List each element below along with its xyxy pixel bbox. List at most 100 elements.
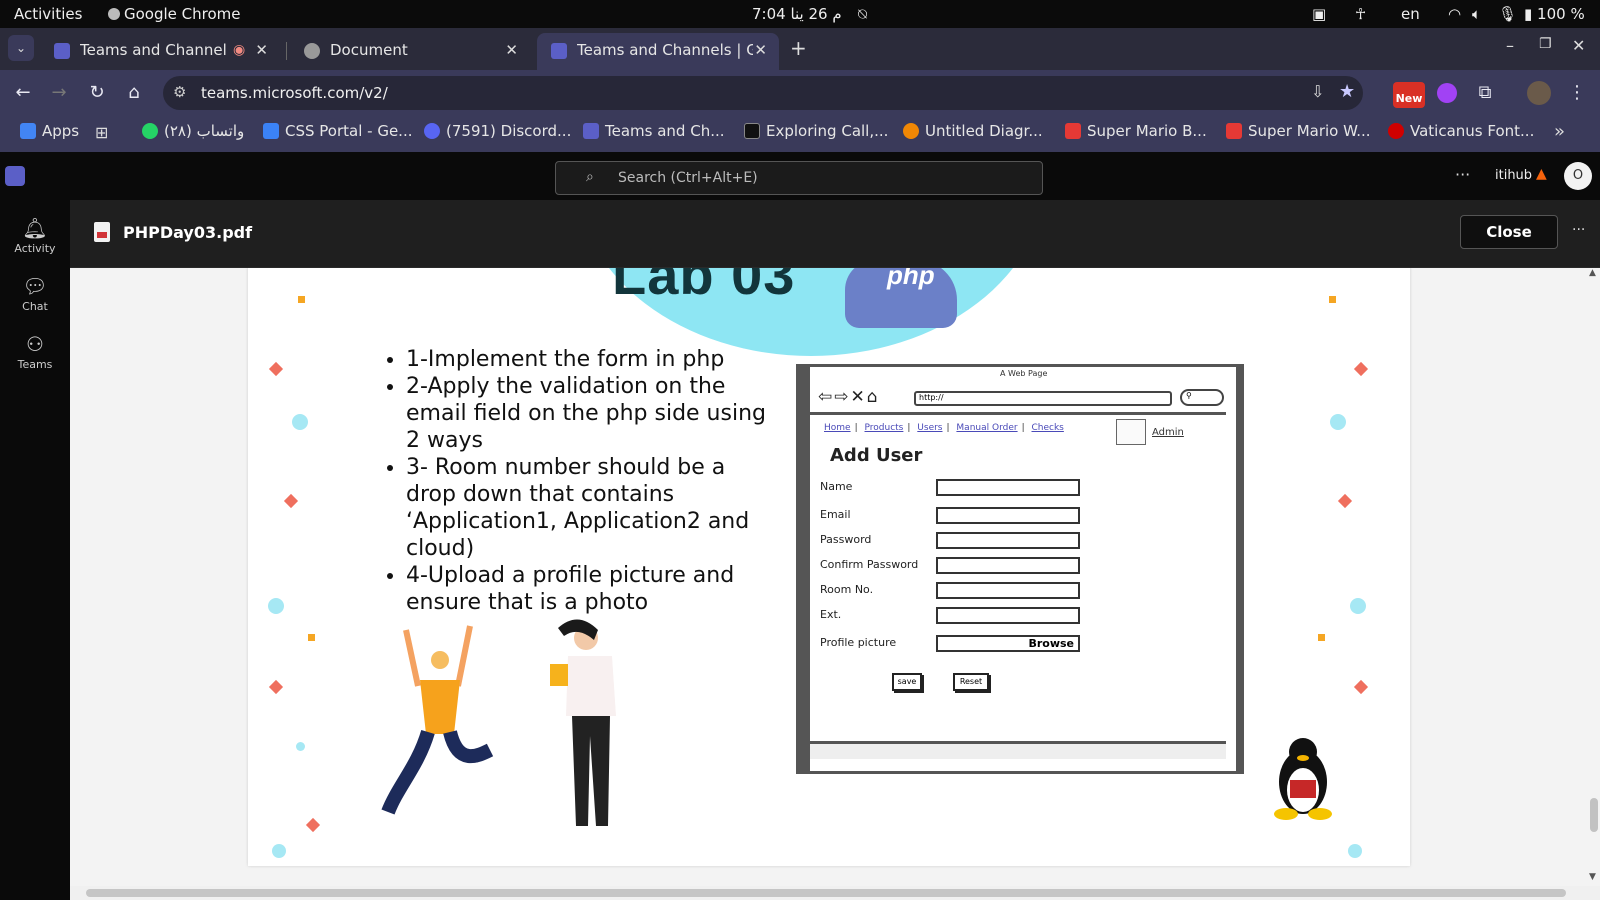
minimize-icon[interactable]: – xyxy=(1506,36,1514,55)
task-item: 4-Upload a profile picture and ensure th… xyxy=(406,562,778,616)
document-more-button[interactable]: ··· xyxy=(1572,222,1585,238)
close-window-icon[interactable]: ✕ xyxy=(1572,36,1585,55)
chrome-app-menu[interactable]: Google Chrome xyxy=(108,5,241,23)
wireframe-field-label: Room No. xyxy=(820,583,874,596)
decor-diamond xyxy=(268,679,284,695)
chat-icon: 💬︎ xyxy=(22,274,48,298)
bookmark-super-mario-b[interactable]: Super Mario B... xyxy=(1065,122,1207,146)
new-badge-label: New xyxy=(1395,92,1423,105)
bookmark-untitled-diagram[interactable]: Untitled Diagr... xyxy=(903,122,1043,146)
volume-icon[interactable]: 🔈︎ xyxy=(1472,5,1481,23)
wireframe-search-icon: ⚲ xyxy=(1180,389,1224,406)
wireframe-link: Products xyxy=(864,423,904,433)
bookmark-super-mario-w[interactable]: Super Mario W... xyxy=(1226,122,1371,146)
close-tab-icon[interactable]: ✕ xyxy=(255,41,268,59)
forward-icon[interactable]: → xyxy=(46,80,72,106)
new-tab-button[interactable]: + xyxy=(790,36,807,60)
add-user-wireframe: A Web Page ⇦⇨✕⌂ http:// ⚲ Home | Products… xyxy=(796,364,1244,774)
teams-icon xyxy=(583,123,599,139)
browser-toolbar: ← → ↻ ⌂ ⚙ teams.microsoft.com/v2/ ⇩ ★ Ne… xyxy=(0,70,1600,116)
avatar-initial: O xyxy=(1572,168,1584,183)
tab-document[interactable]: Document ✕ xyxy=(290,33,530,70)
decor-square xyxy=(298,296,305,303)
bookmark-label: CSS Portal - Ge... xyxy=(285,122,413,140)
bookmark-discord[interactable]: (7591) Discord... xyxy=(424,122,571,146)
tab-teams-1[interactable]: Teams and Channels | ◉ ✕ xyxy=(40,33,280,70)
rail-item-chat[interactable]: 💬︎ Chat xyxy=(0,266,70,322)
decor-diamond xyxy=(283,493,299,509)
battery-indicator[interactable]: ▮ 100 % xyxy=(1524,5,1585,23)
globe-icon xyxy=(304,43,320,59)
tab-label: Document xyxy=(330,41,408,59)
wireframe-field-label: Email xyxy=(820,508,851,521)
more-bookmarks-button[interactable]: » xyxy=(1554,121,1565,142)
activities-button[interactable]: Activities xyxy=(14,5,82,23)
install-app-icon[interactable]: ⇩ xyxy=(1311,82,1324,101)
bookmark-label: Untitled Diagr... xyxy=(925,122,1043,140)
wireframe-nav-links: Home | Products | Users | Manual Order | Che… xyxy=(824,423,1064,433)
microphone-icon[interactable]: 🎙︎ xyxy=(1498,5,1517,23)
extension-icon[interactable] xyxy=(1437,83,1457,103)
org-name[interactable]: itihub xyxy=(1495,168,1532,183)
scroll-down-icon[interactable]: ▼ xyxy=(1589,872,1596,882)
slide-title: Lab 03 xyxy=(612,268,796,306)
close-tab-icon[interactable]: ✕ xyxy=(505,41,518,59)
wireframe-link: Checks xyxy=(1031,423,1064,433)
decor-dot xyxy=(272,844,286,858)
decor-square xyxy=(1329,296,1336,303)
site-info-icon[interactable]: ⚙ xyxy=(173,83,186,101)
pdf-viewer[interactable]: Lab 03 php 1-Implement the form in php 2… xyxy=(70,268,1600,886)
extension-new-badge[interactable]: New xyxy=(1393,82,1425,108)
wireframe-input xyxy=(936,507,1080,524)
wireframe-browser-bar: ⇦⇨✕⌂ http:// ⚲ xyxy=(810,379,1226,415)
close-document-button[interactable]: Close xyxy=(1460,215,1558,249)
horizontal-scroll-thumb[interactable] xyxy=(86,889,1566,897)
chrome-menu-icon[interactable]: ⋮ xyxy=(1564,80,1590,106)
bookmark-exploring-call[interactable]: Exploring Call,... xyxy=(744,122,888,146)
close-tab-icon[interactable]: ✕ xyxy=(754,41,767,59)
language-indicator[interactable]: en xyxy=(1401,5,1420,23)
tab-teams-active[interactable]: Teams and Channels | Ge ✕ xyxy=(537,33,779,70)
rail-item-teams[interactable]: ⚇ Teams xyxy=(0,324,70,380)
tab-search-button[interactable]: ⌄ xyxy=(8,35,34,61)
extensions-puzzle-icon[interactable]: ⧉ xyxy=(1472,80,1498,106)
wireframe-status-bar xyxy=(810,741,1226,759)
bookmark-apps[interactable]: Apps xyxy=(20,122,79,146)
wifi-icon[interactable]: ◠ xyxy=(1448,5,1461,23)
clock[interactable]: 7:04 م 26 ينا xyxy=(752,5,842,23)
task-item: 3- Room number should be a drop down tha… xyxy=(406,454,778,562)
task-item: 1-Implement the form in php xyxy=(406,346,778,373)
home-icon[interactable]: ⌂ xyxy=(121,80,147,106)
bookmark-vaticanus[interactable]: Vaticanus Font... xyxy=(1388,122,1534,146)
address-bar[interactable]: ⚙ teams.microsoft.com/v2/ ⇩ ★ xyxy=(163,76,1363,110)
vertical-scroll-thumb[interactable] xyxy=(1590,798,1598,832)
bookmark-teams[interactable]: Teams and Ch... xyxy=(583,122,725,146)
tab-groups-icon[interactable]: ⊞ xyxy=(95,123,108,142)
teams-more-button[interactable]: ··· xyxy=(1455,165,1470,184)
bookmark-star-icon[interactable]: ★ xyxy=(1339,81,1355,102)
scroll-up-icon[interactable]: ▲ xyxy=(1589,268,1596,278)
rail-item-activity[interactable]: 🔔︎ Activity xyxy=(0,208,70,264)
bookmarks-bar: Apps ⊞ واتساب (٢٨) CSS Portal - Ge... (7… xyxy=(0,116,1600,152)
wireframe-save-button: save xyxy=(892,673,922,691)
bookmark-whatsapp[interactable]: واتساب (٢٨) xyxy=(142,122,244,146)
teams-search-input[interactable]: ⌕ Search (Ctrl+Alt+E) xyxy=(555,161,1043,195)
accessibility-icon[interactable]: ☥ xyxy=(1355,5,1366,23)
wireframe-input xyxy=(936,557,1080,574)
user-avatar[interactable]: O xyxy=(1564,162,1592,190)
decor-dot xyxy=(1350,598,1366,614)
php-logo-text: php xyxy=(887,268,935,290)
wireframe-field-label: Confirm Password xyxy=(820,558,919,571)
tab-strip: ⌄ Teams and Channels | ◉ ✕ Document ✕ Te… xyxy=(0,28,1600,70)
back-icon[interactable]: ← xyxy=(10,80,36,106)
horizontal-scrollbar[interactable] xyxy=(70,886,1600,900)
profile-avatar[interactable] xyxy=(1527,81,1551,105)
tab-label: Teams and Channels | xyxy=(80,41,226,59)
restore-icon[interactable]: ❐ xyxy=(1539,36,1552,52)
reload-icon[interactable]: ↻ xyxy=(84,80,110,106)
bookmark-css-portal[interactable]: CSS Portal - Ge... xyxy=(263,122,413,146)
teams-tab-icon xyxy=(54,43,70,59)
discord-tray-icon[interactable]: ▣ xyxy=(1312,5,1326,23)
vertical-scrollbar[interactable]: ▲ ▼ xyxy=(1588,268,1600,886)
tab-separator xyxy=(286,42,287,60)
